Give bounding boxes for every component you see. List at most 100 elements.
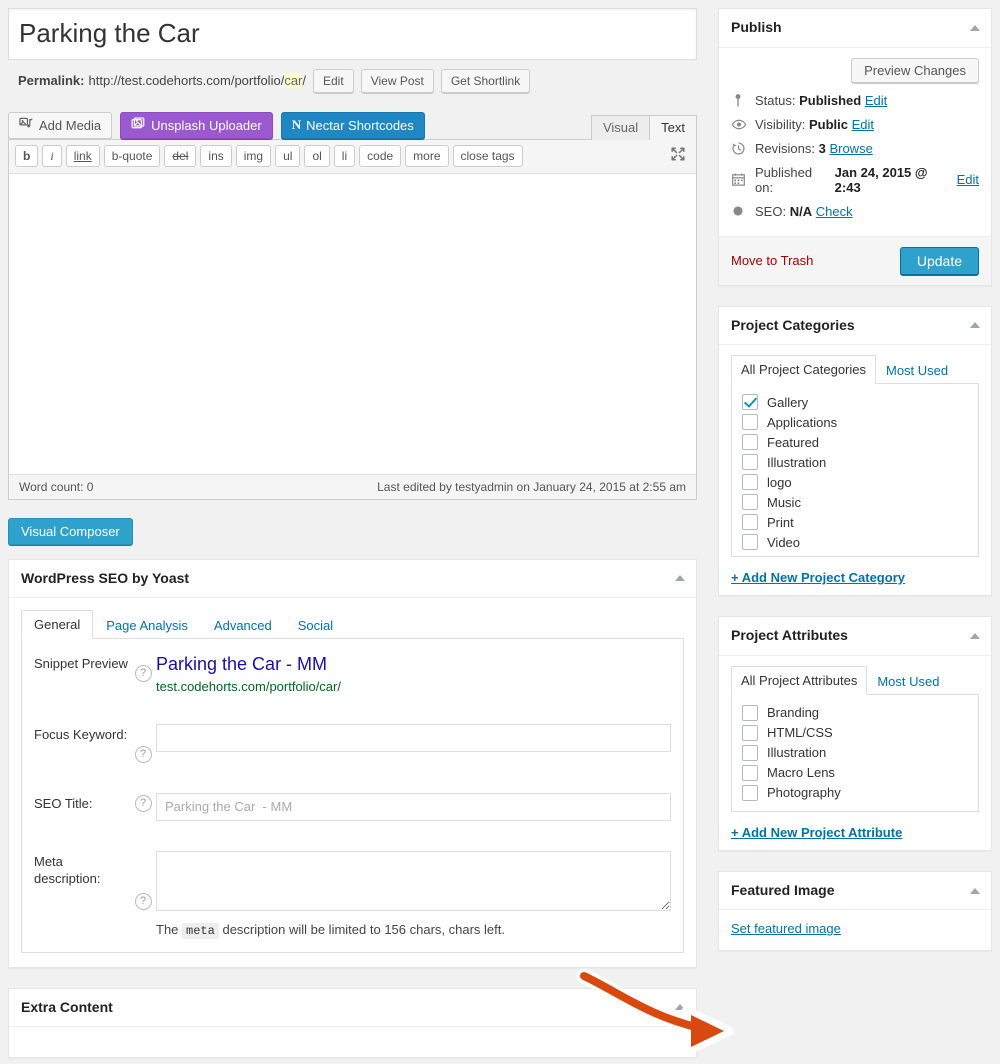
tab-most-used-attributes[interactable]: Most Used	[867, 667, 949, 695]
status-value: Published	[799, 92, 862, 108]
yoast-panel-body: General Page Analysis Advanced Social Sn…	[9, 598, 696, 966]
category-label: Music	[767, 494, 801, 510]
attribute-checkbox[interactable]	[742, 784, 758, 801]
help-icon[interactable]: ?	[134, 665, 152, 683]
add-media-button[interactable]: Add Media	[8, 111, 113, 139]
check-seo-link[interactable]: Check	[816, 204, 853, 219]
tab-page-analysis[interactable]: Page Analysis	[93, 611, 201, 639]
qt-link-button[interactable]: link	[65, 144, 100, 167]
category-checkbox[interactable]	[742, 514, 758, 531]
category-checkbox[interactable]	[742, 414, 758, 431]
category-checkbox[interactable]	[742, 394, 758, 411]
qt-img-button[interactable]: img	[235, 144, 272, 167]
qt-li-button[interactable]: li	[333, 144, 356, 167]
qt-ins-button[interactable]: ins	[200, 144, 232, 167]
meta-description-textarea[interactable]	[156, 850, 671, 911]
edit-visibility-link[interactable]: Edit	[852, 117, 874, 132]
snippet-title: Parking the Car - MM	[156, 654, 328, 675]
category-label: Featured	[767, 434, 820, 450]
focus-keyword-input[interactable]	[156, 723, 671, 752]
tab-social[interactable]: Social	[285, 611, 346, 639]
chevron-up-icon[interactable]	[970, 322, 980, 329]
extra-content-header: Extra Content	[9, 989, 696, 1028]
published-on-value: Jan 24, 2015 @ 2:43	[834, 164, 928, 195]
qt-bquote-button[interactable]: b-quote	[103, 144, 161, 167]
chevron-up-icon[interactable]	[970, 887, 980, 894]
qt-ol-button[interactable]: ol	[304, 144, 330, 167]
editor-box: b i link b-quote del ins img ul ol li co…	[8, 138, 697, 500]
yoast-seo-panel: WordPress SEO by Yoast General Page Anal…	[8, 558, 697, 968]
category-checkbox[interactable]	[742, 494, 758, 511]
extra-content-body	[9, 1027, 696, 1057]
edit-permalink-button[interactable]: Edit	[313, 68, 354, 93]
chevron-up-icon[interactable]	[675, 1004, 685, 1011]
update-button[interactable]: Update	[899, 246, 979, 275]
preview-changes-button[interactable]: Preview Changes	[851, 57, 979, 83]
add-new-project-attribute-link[interactable]: + Add New Project Attribute	[731, 825, 979, 840]
snippet-preview-label: Snippet Preview	[34, 656, 128, 672]
attribute-checkbox[interactable]	[742, 744, 758, 761]
category-checkbox[interactable]	[742, 474, 758, 491]
featured-image-header: Featured Image	[719, 872, 991, 911]
pin-icon	[731, 93, 755, 108]
category-checkbox[interactable]	[742, 454, 758, 471]
visual-composer-button[interactable]: Visual Composer	[8, 517, 133, 545]
help-icon[interactable]: ?	[134, 892, 152, 910]
help-icon[interactable]: ?	[134, 745, 152, 763]
tab-all-project-categories[interactable]: All Project Categories	[731, 355, 876, 385]
post-title-input[interactable]: Parking the Car	[8, 8, 697, 60]
qt-ul-button[interactable]: ul	[275, 144, 301, 167]
project-attributes-title: Project Attributes	[731, 627, 848, 644]
qt-more-button[interactable]: more	[405, 144, 449, 167]
tab-visual[interactable]: Visual	[590, 114, 651, 140]
help-icon[interactable]: ?	[134, 794, 152, 812]
chevron-up-icon[interactable]	[970, 632, 980, 639]
browse-revisions-link[interactable]: Browse	[829, 141, 872, 156]
attribute-checkbox[interactable]	[742, 764, 758, 781]
project-categories-list[interactable]: Gallery Applications Featured Illustrati…	[731, 383, 979, 558]
fullscreen-icon[interactable]	[670, 146, 686, 165]
nectar-shortcodes-button[interactable]: N Nectar Shortcodes	[280, 111, 425, 139]
editor-content-textarea[interactable]	[9, 173, 696, 474]
focus-keyword-label: Focus Keyword:	[34, 726, 128, 742]
tab-most-used-categories[interactable]: Most Used	[876, 356, 958, 384]
seo-title-input[interactable]	[156, 792, 671, 821]
qt-code-button[interactable]: code	[359, 144, 402, 167]
media-buttons-row: Add Media Unsplash Uploader N Nectar Sho…	[8, 105, 697, 140]
seo-title-row: SEO Title: ?	[34, 792, 671, 821]
tab-text[interactable]: Text	[649, 114, 697, 140]
clock-icon	[731, 141, 755, 156]
tab-advanced[interactable]: Advanced	[201, 611, 285, 639]
qt-del-button[interactable]: del	[164, 144, 197, 167]
editor-wrap: Add Media Unsplash Uploader N Nectar Sho…	[8, 105, 697, 500]
unsplash-uploader-button[interactable]: Unsplash Uploader	[120, 111, 273, 139]
category-checkbox[interactable]	[742, 434, 758, 451]
attribute-checkbox[interactable]	[742, 724, 758, 741]
attribute-checkbox[interactable]	[742, 704, 758, 721]
tab-all-project-attributes[interactable]: All Project Attributes	[731, 665, 868, 695]
featured-image-body: Set featured image	[719, 910, 991, 950]
last-edited: Last edited by testyadmin on January 24,…	[377, 479, 686, 494]
meta-description-help: ?	[130, 851, 156, 910]
qt-close-tags-button[interactable]: close tags	[452, 144, 523, 167]
category-item: logo	[742, 472, 968, 492]
qt-italic-button[interactable]: i	[42, 144, 62, 167]
qt-bold-button[interactable]: b	[15, 144, 39, 167]
revisions-row: Revisions: 3 Browse	[731, 141, 979, 156]
project-attributes-list[interactable]: Branding HTML/CSS Illustration Macro Len…	[731, 693, 979, 812]
chevron-up-icon[interactable]	[675, 575, 685, 582]
category-checkbox[interactable]	[742, 534, 758, 551]
attribute-label: Illustration	[767, 745, 827, 761]
set-featured-image-link[interactable]: Set featured image	[731, 921, 841, 936]
get-shortlink-button[interactable]: Get Shortlink	[440, 68, 531, 93]
chevron-up-icon[interactable]	[970, 24, 980, 31]
snippet-preview-field[interactable]: Parking the Car - MM test.codehorts.com/…	[156, 653, 671, 693]
calendar-icon	[731, 172, 755, 187]
view-post-button[interactable]: View Post	[360, 68, 434, 93]
tab-general[interactable]: General	[21, 610, 94, 640]
meta-note-code: meta	[182, 922, 219, 939]
edit-published-date-link[interactable]: Edit	[957, 172, 979, 187]
add-new-project-category-link[interactable]: + Add New Project Category	[731, 570, 979, 585]
move-to-trash-link[interactable]: Move to Trash	[731, 253, 813, 268]
edit-status-link[interactable]: Edit	[865, 93, 887, 108]
